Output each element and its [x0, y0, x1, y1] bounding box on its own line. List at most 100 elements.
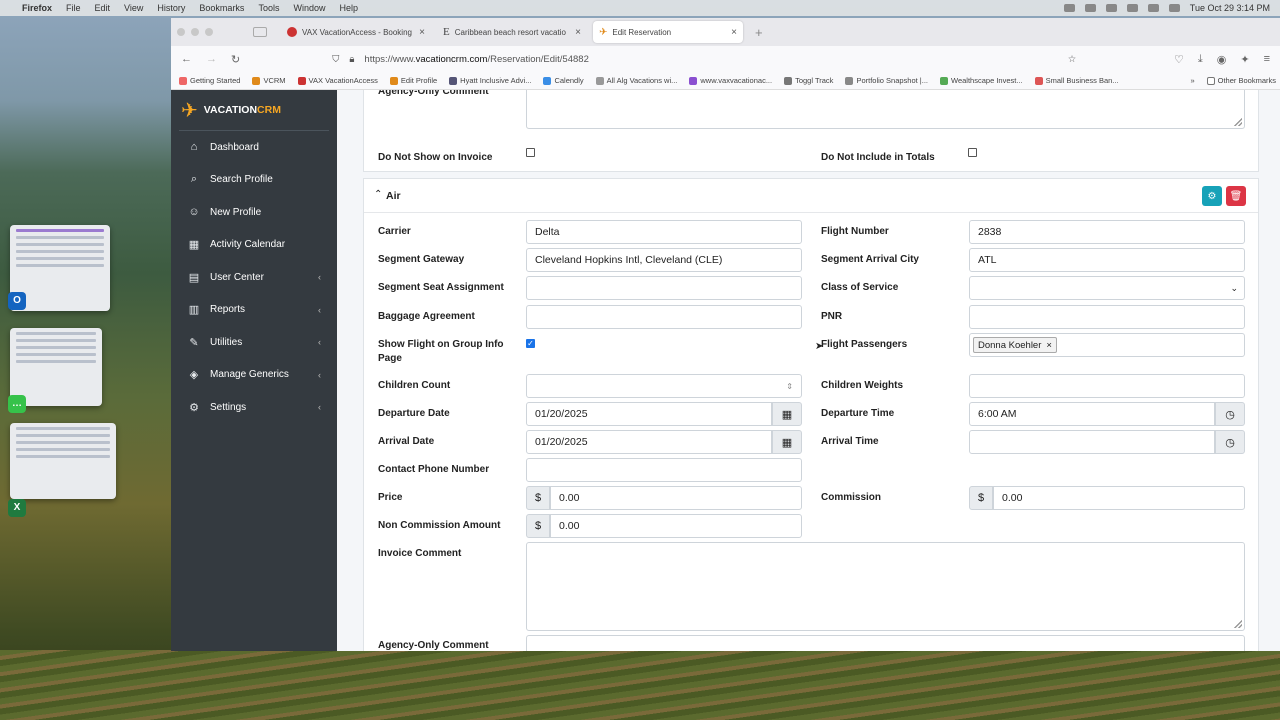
departure-time-input[interactable]: 6:00 AM — [969, 402, 1215, 426]
stage-window-thumbnail[interactable] — [10, 328, 102, 406]
stage-window-thumbnail[interactable] — [10, 423, 116, 499]
close-tab-icon[interactable]: × — [575, 27, 581, 38]
forward-icon[interactable]: → — [206, 53, 217, 65]
menu-edit[interactable]: Edit — [95, 3, 111, 13]
settings-button[interactable]: ⚙ — [1202, 186, 1222, 206]
sidebar-item-user-center[interactable]: ▤ User Center ‹ — [171, 261, 337, 294]
window-close-button[interactable] — [177, 28, 185, 36]
sidebar-item-new-profile[interactable]: ☺ New Profile — [171, 196, 337, 229]
bookmark-item[interactable]: VAX VacationAccess — [297, 76, 378, 85]
do-not-show-invoice-checkbox[interactable] — [526, 148, 535, 157]
resize-grip-icon[interactable] — [1234, 620, 1242, 628]
bookmark-item[interactable]: Portfolio Snapshot |... — [845, 76, 928, 85]
window-zoom-button[interactable] — [205, 28, 213, 36]
menubar-clock[interactable]: Tue Oct 29 3:14 PM — [1190, 3, 1270, 13]
arrival-city-input[interactable]: ATL — [969, 248, 1245, 272]
account-icon[interactable]: ◉ — [1217, 53, 1227, 66]
bookmark-item[interactable]: Hyatt Inclusive Advi... — [449, 76, 531, 85]
bookmark-star-icon[interactable]: ☆ — [1068, 54, 1077, 65]
tray-icon[interactable] — [1084, 4, 1096, 12]
pocket-icon[interactable]: ♡ — [1174, 53, 1184, 66]
air-card-header[interactable]: ⌃ Air ⚙ 🗑︎ — [364, 179, 1258, 213]
resize-grip-icon[interactable] — [1234, 118, 1242, 126]
close-tab-icon[interactable]: × — [731, 27, 737, 38]
menu-view[interactable]: View — [124, 3, 143, 13]
tray-icon[interactable] — [1105, 4, 1117, 12]
tab-vax[interactable]: VAX VacationAccess - Booking × — [281, 21, 431, 43]
chevron-right-icon[interactable]: » — [1190, 76, 1194, 85]
outlook-icon[interactable]: O — [8, 292, 26, 310]
bookmark-item[interactable]: All Alg Vacations wi... — [595, 76, 677, 85]
passenger-tag[interactable]: Donna Koehler × — [973, 337, 1057, 353]
calendar-button[interactable]: ▦ — [772, 430, 802, 454]
children-count-input[interactable]: ⇕ — [526, 374, 802, 398]
stepper-icon[interactable]: ⇕ — [786, 382, 793, 391]
messages-icon[interactable]: … — [8, 395, 26, 413]
sidebar-item-reports[interactable]: ▥ Reports ‹ — [171, 294, 337, 327]
carrier-input[interactable]: Delta — [526, 220, 802, 244]
arrival-time-input[interactable] — [969, 430, 1215, 454]
sidebar-item-manage-generics[interactable]: ◈ Manage Generics ‹ — [171, 359, 337, 392]
class-of-service-select[interactable]: ⌄ — [969, 276, 1245, 300]
menu-bookmarks[interactable]: Bookmarks — [199, 3, 244, 13]
menu-icon[interactable]: ≡ — [1264, 53, 1270, 65]
tab-edit-reservation[interactable]: ✈ Edit Reservation × — [593, 21, 743, 43]
chevron-up-icon[interactable]: ⌃ — [374, 189, 382, 200]
bookmark-item[interactable]: Wealthscape Invest... — [940, 76, 1023, 85]
remove-tag-icon[interactable]: × — [1046, 340, 1052, 351]
calendar-button[interactable]: ▦ — [772, 402, 802, 426]
non-commission-input[interactable]: 0.00 — [550, 514, 802, 538]
menu-help[interactable]: Help — [339, 3, 358, 13]
commission-input[interactable]: 0.00 — [993, 486, 1245, 510]
brand-logo[interactable]: ✈ VACATIONCRM — [171, 90, 337, 130]
invoice-comment-textarea[interactable] — [526, 542, 1245, 631]
wifi-icon[interactable] — [1147, 4, 1159, 12]
lock-icon[interactable]: 🔒︎ — [349, 54, 354, 65]
children-weights-input[interactable] — [969, 374, 1245, 398]
menu-app-name[interactable]: Firefox — [22, 3, 52, 13]
show-flight-checkbox[interactable]: ✓ — [526, 339, 535, 348]
bookmark-item[interactable]: VCRM — [252, 76, 286, 85]
bookmark-item[interactable]: www.vaxvacationac... — [689, 76, 772, 85]
agency-comment-textarea[interactable] — [526, 635, 1245, 651]
baggage-input[interactable] — [526, 305, 802, 329]
seat-input[interactable] — [526, 276, 802, 300]
bookmark-folder-other[interactable]: Other Bookmarks — [1206, 76, 1276, 85]
bookmark-item[interactable]: Getting Started — [179, 76, 240, 85]
gateway-input[interactable]: Cleveland Hopkins Intl, Cleveland (CLE) — [526, 248, 802, 272]
agency-comment-textarea[interactable] — [526, 90, 1245, 129]
flight-number-input[interactable]: 2838 — [969, 220, 1245, 244]
close-tab-icon[interactable]: × — [419, 27, 425, 38]
control-center-icon[interactable] — [1168, 4, 1180, 12]
tab-caribbean[interactable]: E Caribbean beach resort vacatio × — [437, 21, 587, 43]
downloads-icon[interactable]: ⤓ — [1198, 53, 1203, 66]
window-minimize-button[interactable] — [191, 28, 199, 36]
menu-tools[interactable]: Tools — [258, 3, 279, 13]
bookmark-item[interactable]: Small Business Ban... — [1034, 76, 1119, 85]
battery-icon[interactable] — [1126, 4, 1138, 12]
menu-file[interactable]: File — [66, 3, 81, 13]
menu-history[interactable]: History — [157, 3, 185, 13]
menu-window[interactable]: Window — [293, 3, 325, 13]
extensions-icon[interactable]: ✦ — [1240, 53, 1249, 66]
sidebar-item-settings[interactable]: ⚙ Settings ‹ — [171, 391, 337, 424]
time-picker-button[interactable]: ◷ — [1215, 402, 1245, 426]
bookmark-item[interactable]: Calendly — [543, 76, 584, 85]
sidebar-item-utilities[interactable]: ✎ Utilities ‹ — [171, 326, 337, 359]
tray-icon[interactable] — [1063, 4, 1075, 12]
excel-icon[interactable]: X — [8, 499, 26, 517]
flight-passengers-select[interactable]: Donna Koehler × — [969, 333, 1245, 357]
do-not-include-totals-checkbox[interactable] — [968, 148, 977, 157]
reload-icon[interactable]: ↻ — [231, 53, 240, 66]
new-tab-icon[interactable]: + — [755, 25, 763, 40]
delete-button[interactable]: 🗑︎ — [1226, 186, 1246, 206]
bookmark-item[interactable]: Edit Profile — [389, 76, 437, 85]
tab-overview-icon[interactable] — [253, 27, 267, 37]
sidebar-item-search-profile[interactable]: ⌕ Search Profile — [171, 164, 337, 197]
time-picker-button[interactable]: ◷ — [1215, 430, 1245, 454]
back-icon[interactable]: ← — [181, 53, 192, 65]
bookmark-item[interactable]: Toggl Track — [784, 76, 833, 85]
arrival-date-input[interactable]: 01/20/2025 — [526, 430, 772, 454]
departure-date-input[interactable]: 01/20/2025 — [526, 402, 772, 426]
sidebar-item-dashboard[interactable]: ⌂ Dashboard — [171, 131, 337, 164]
